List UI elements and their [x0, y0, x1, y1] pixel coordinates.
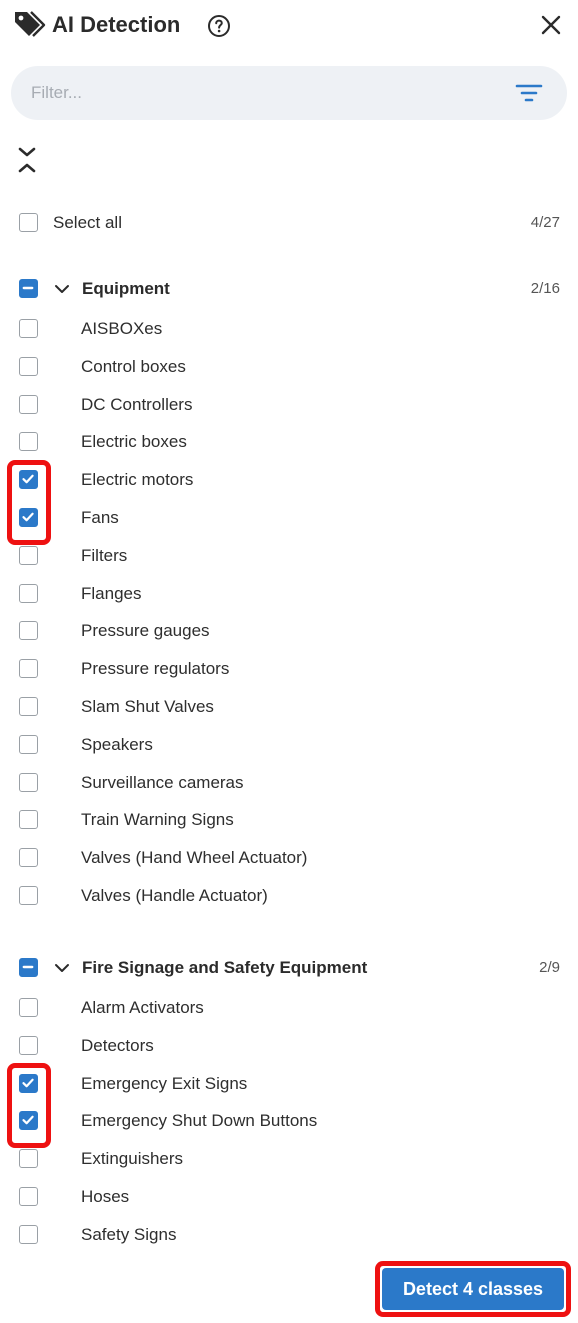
class-label: DC Controllers [81, 394, 193, 414]
class-label: Filters [81, 545, 128, 565]
class-item[interactable]: Valves (Handle Actuator) [0, 876, 578, 914]
class-label: Speakers [81, 734, 153, 754]
chevron-down-icon[interactable] [53, 280, 71, 298]
class-checkbox[interactable] [19, 470, 38, 490]
class-checkbox[interactable] [19, 697, 38, 716]
class-checkbox[interactable] [19, 734, 38, 754]
class-item[interactable]: Surveillance cameras [0, 763, 578, 801]
class-item[interactable]: Extinguishers [0, 1139, 578, 1177]
detect-button[interactable]: Detect 4 classes [382, 1268, 564, 1310]
class-item[interactable]: Electric boxes [0, 422, 578, 460]
select-all-label: Select all [53, 213, 122, 232]
class-checkbox[interactable] [19, 1149, 38, 1169]
class-label: Flanges [81, 583, 142, 603]
class-item[interactable]: Emergency Shut Down Buttons [0, 1101, 578, 1139]
class-item[interactable]: Pressure regulators [0, 649, 578, 687]
group-title: Equipment [82, 279, 170, 298]
chevron-down-icon[interactable] [53, 959, 71, 977]
class-checkbox[interactable] [19, 1187, 38, 1206]
group-count: 2/16 [530, 280, 560, 297]
class-label: Detectors [81, 1035, 154, 1055]
class-item[interactable]: Detectors [0, 1026, 578, 1064]
class-label: Fans [81, 508, 119, 527]
group-count: 2/9 [539, 959, 560, 976]
class-item[interactable]: Filters [0, 536, 578, 574]
class-item[interactable]: Slam Shut Valves [0, 687, 578, 725]
class-label: Slam Shut Valves [81, 697, 214, 716]
class-checkbox[interactable] [19, 772, 38, 792]
panel-header: AI Detection [0, 0, 578, 52]
group-header[interactable]: Equipment 2/16 [0, 269, 578, 307]
class-checkbox[interactable] [19, 356, 38, 376]
class-label: Safety Signs [81, 1224, 177, 1244]
class-item[interactable]: Flanges [0, 574, 578, 612]
class-item[interactable]: Valves (Hand Wheel Actuator) [0, 838, 578, 876]
collapse-all-icon[interactable] [16, 145, 38, 175]
class-label: Extinguishers [81, 1149, 184, 1169]
class-checkbox[interactable] [19, 848, 38, 868]
select-all-count: 4/27 [530, 214, 560, 231]
class-label: Electric boxes [81, 432, 187, 452]
class-checkbox[interactable] [19, 810, 38, 830]
class-checkbox[interactable] [19, 998, 38, 1017]
class-item[interactable]: Hoses [0, 1177, 578, 1215]
class-checkbox[interactable] [19, 432, 38, 452]
help-icon[interactable] [207, 14, 231, 38]
group-header[interactable]: Fire Signage and Safety Equipment 2/9 [0, 948, 578, 986]
class-checkbox[interactable] [19, 1224, 38, 1244]
class-label: Electric motors [81, 470, 194, 490]
class-checkbox[interactable] [19, 1035, 38, 1055]
class-label: AISBOXes [81, 319, 163, 338]
select-all-checkbox[interactable] [19, 213, 38, 232]
close-icon[interactable] [539, 13, 563, 37]
class-checkbox[interactable] [19, 1111, 38, 1131]
class-label: Hoses [81, 1187, 130, 1206]
class-label: Control boxes [81, 356, 186, 376]
class-label: Alarm Activators [81, 998, 204, 1017]
class-item[interactable]: Electric motors [0, 460, 578, 498]
class-label: Valves (Hand Wheel Actuator) [81, 848, 308, 868]
class-label: Emergency Shut Down Buttons [81, 1111, 318, 1131]
class-item[interactable]: Train Warning Signs [0, 800, 578, 838]
class-label: Emergency Exit Signs [81, 1073, 248, 1093]
class-label: Surveillance cameras [81, 772, 244, 792]
class-item[interactable]: Speakers [0, 725, 578, 763]
filter-icon[interactable] [515, 80, 543, 106]
class-checkbox[interactable] [19, 659, 38, 679]
class-item[interactable]: Emergency Exit Signs [0, 1064, 578, 1102]
class-item[interactable]: DC Controllers [0, 385, 578, 423]
class-label: Pressure regulators [81, 659, 230, 679]
class-item[interactable]: AISBOXes [0, 309, 578, 347]
filter-input[interactable] [31, 66, 491, 120]
tag-icon [15, 11, 46, 37]
group-checkbox[interactable] [19, 958, 38, 977]
panel-title: AI Detection [52, 12, 181, 37]
class-checkbox[interactable] [19, 319, 38, 338]
class-checkbox[interactable] [19, 545, 38, 565]
class-item[interactable]: Safety Signs [0, 1215, 578, 1253]
filter-bar [11, 66, 567, 120]
class-checkbox[interactable] [19, 583, 38, 603]
select-all-row[interactable]: Select all 4/27 [0, 203, 578, 241]
class-label: Pressure gauges [81, 621, 210, 641]
class-label: Valves (Handle Actuator) [81, 886, 268, 905]
class-checkbox[interactable] [19, 1073, 38, 1093]
class-item[interactable]: Control boxes [0, 347, 578, 385]
class-item[interactable]: Alarm Activators [0, 988, 578, 1026]
group-checkbox[interactable] [19, 279, 38, 298]
class-item[interactable]: Fans [0, 498, 578, 536]
class-label: Train Warning Signs [81, 810, 234, 830]
group-title: Fire Signage and Safety Equipment [82, 958, 368, 977]
class-checkbox[interactable] [19, 886, 38, 905]
class-item[interactable]: Pressure gauges [0, 611, 578, 649]
class-checkbox[interactable] [19, 621, 38, 641]
class-checkbox[interactable] [19, 508, 38, 527]
class-checkbox[interactable] [19, 394, 38, 414]
